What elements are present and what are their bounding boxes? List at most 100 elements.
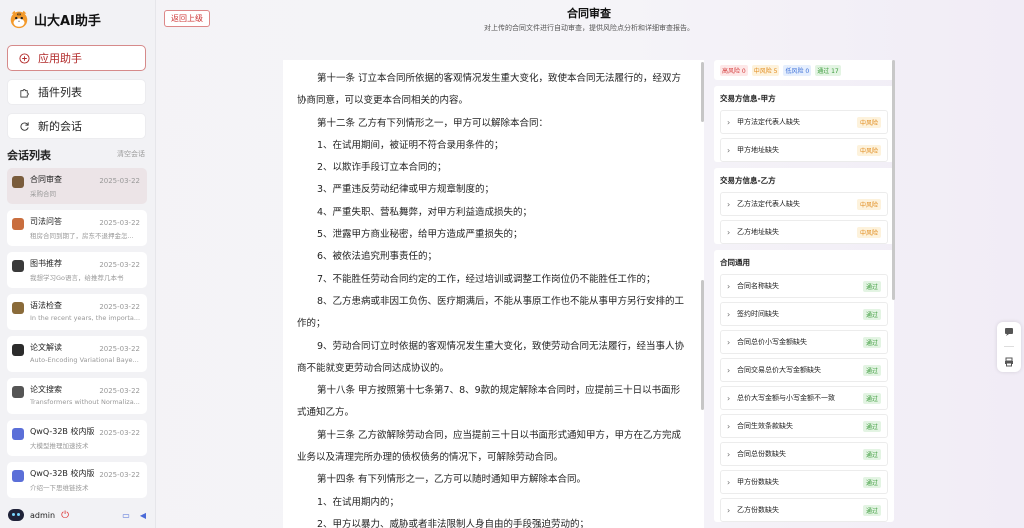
document-scrollbar-thumb[interactable] (701, 280, 704, 410)
conversation-date: 2025-03-22 (99, 345, 140, 353)
review-status-badge: 通过 (862, 392, 881, 404)
review-status-badge: 通过 (862, 476, 881, 488)
risk-count-tag[interactable]: 中风险 5 (751, 64, 780, 76)
conversation-avatar-icon (12, 218, 24, 230)
review-item[interactable]: › 总价大写金额与小写金额不一致 通过 (720, 386, 888, 410)
comment-icon[interactable] (1004, 327, 1014, 337)
monitor-icon[interactable]: ▭ (122, 511, 130, 520)
contract-paragraph: 第十四条 有下列情形之一，乙方可以随时通知甲方解除本合同。 (317, 474, 587, 486)
review-status-badge: 通过 (862, 364, 881, 376)
risk-count-tag[interactable]: 高风险 0 (720, 64, 748, 76)
review-status-badge: 通过 (862, 448, 881, 460)
review-status-badge: 通过 (862, 308, 881, 320)
contract-paragraph: 1、在试用期内的； (317, 496, 400, 508)
review-status-badge: 通过 (862, 336, 881, 348)
contract-paragraph: 第十八条 甲方按照第十七条第7、8、9款的规定解除本合同时，应提前三十日以书面形… (297, 385, 681, 419)
toolbar-divider (1004, 346, 1014, 348)
conversation-item[interactable]: 语法检查 2025-03-22 In the recent years, the i… (7, 294, 147, 330)
chevron-right-icon: › (727, 281, 731, 291)
sidebar: 山大AI助手 应用助手 插件列表 新的会话 会话列表 清空会话 合同审查 2025… (0, 0, 156, 528)
document-scrollbar-top[interactable] (701, 62, 704, 122)
conversation-snippet: 采购合同 (30, 190, 56, 198)
username: admin (30, 510, 56, 520)
nav-label: 插件列表 (38, 86, 82, 99)
conversation-avatar-icon (12, 386, 24, 398)
logout-icon[interactable]: ⏻ (61, 510, 69, 521)
review-item-label: 乙方份数缺失 (737, 506, 779, 514)
conversation-snippet: 我想学习Go语言，给推荐几本书 (30, 274, 124, 282)
nav-plugin-list[interactable]: 插件列表 (7, 79, 146, 105)
contract-paragraph: 第十一条 订立本合同所依据的客观情况发生重大变化，致使本合同无法履行的，经双方协… (297, 73, 682, 107)
review-item[interactable]: › 合同总份数缺失 通过 (720, 442, 888, 466)
review-item[interactable]: › 合同总价小写金额缺失 通过 (720, 330, 888, 354)
nav-label: 新的会话 (38, 120, 82, 133)
conversation-date: 2025-03-22 (99, 303, 140, 311)
review-status-badge: 中风险 (856, 144, 881, 156)
contract-document-viewer[interactable]: 第十一条 订立本合同所依据的客观情况发生重大变化，致使本合同无法履行的，经双方协… (283, 60, 704, 528)
chevron-right-icon: › (727, 393, 731, 403)
conversation-list: 合同审查 2025-03-22 采购合同 司法问答 2025-03-22 租房合同到期了，… (7, 168, 147, 498)
conversation-snippet: Auto-Encoding Variational Baye... (30, 356, 139, 364)
review-item[interactable]: › 乙方地址缺失 中风险 (720, 220, 888, 244)
contract-paragraph: 2、甲方以暴力、威胁或者非法限制人身自由的手段强迫劳动的； (317, 518, 590, 528)
user-avatar[interactable] (8, 509, 24, 521)
conversation-snippet: Transformers without Normaliza... (30, 398, 140, 406)
conversation-snippet: 介绍一下思维链技术 (30, 484, 89, 492)
review-item-label: 合同总价小写金额缺失 (737, 338, 807, 346)
review-status-badge: 通过 (862, 420, 881, 432)
review-status-badge: 中风险 (856, 226, 881, 238)
clear-conversations-link[interactable]: 清空会话 (117, 149, 145, 159)
conversation-date: 2025-03-22 (99, 219, 140, 227)
floating-toolbar (997, 322, 1021, 372)
conversation-item[interactable]: 论文解读 2025-03-22 Auto-Encoding Variational … (7, 336, 147, 372)
review-item[interactable]: › 甲方份数缺失 通过 (720, 470, 888, 494)
contract-paragraph: 7、不能胜任劳动合同约定的工作，经过培训或调整工作岗位仍不能胜任工作的； (317, 273, 656, 285)
conversation-date: 2025-03-22 (99, 387, 140, 395)
review-item[interactable]: › 乙方份数缺失 通过 (720, 498, 888, 522)
review-item-label: 甲方法定代表人缺失 (737, 118, 800, 126)
review-item[interactable]: › 合同交易总价大写金额缺失 通过 (720, 358, 888, 382)
conversation-item[interactable]: 合同审查 2025-03-22 采购合同 (7, 168, 147, 204)
contract-paragraph: 1、在试用期间，被证明不符合录用条件的； (317, 139, 504, 151)
conversation-item[interactable]: 图书推荐 2025-03-22 我想学习Go语言，给推荐几本书 (7, 252, 147, 288)
conversation-avatar-icon (12, 470, 24, 482)
review-group: 交易方信息-乙方 › 乙方法定代表人缺失 中风险 › 乙方地址缺失 中风险 (714, 168, 894, 244)
panel-scrollbar[interactable] (892, 60, 895, 300)
review-item[interactable]: › 合同生效条款缺失 通过 (720, 414, 888, 438)
contract-paragraph: 4、严重失职、营私舞弊，对甲方利益造成损失的； (317, 206, 533, 218)
review-item[interactable]: › 甲方法定代表人缺失 中风险 (720, 110, 888, 134)
review-group-title: 交易方信息-甲方 (720, 94, 776, 103)
back-button[interactable]: 返回上级 (164, 10, 210, 27)
chevron-right-icon: › (727, 199, 731, 209)
conversation-item[interactable]: QwQ-32B 校内版 2025-03-22 介绍一下思维链技术 (7, 462, 147, 498)
review-item-label: 乙方法定代表人缺失 (737, 200, 800, 208)
nav-app-assistant[interactable]: 应用助手 (7, 45, 146, 71)
chevron-right-icon: › (727, 505, 731, 515)
collapse-sidebar-icon[interactable]: ◀ (140, 511, 146, 520)
contract-paragraph: 6、被依法追究刑事责任的； (317, 251, 438, 263)
nav-new-session[interactable]: 新的会话 (7, 113, 146, 139)
print-icon[interactable] (1004, 357, 1014, 367)
review-item-label: 总价大写金额与小写金额不一致 (737, 394, 835, 402)
review-item[interactable]: › 合同名称缺失 通过 (720, 274, 888, 298)
review-item-label: 乙方地址缺失 (737, 228, 779, 236)
review-group-title: 合同通用 (720, 258, 750, 267)
risk-count-tag[interactable]: 通过 17 (815, 64, 841, 76)
contract-paragraph: 第十二条 乙方有下列情形之一，甲方可以解除本合同： (317, 117, 549, 129)
refresh-icon (18, 120, 30, 132)
conversation-date: 2025-03-22 (99, 177, 140, 185)
risk-count-tag[interactable]: 低风险 0 (783, 64, 812, 76)
chevron-right-icon: › (727, 117, 731, 127)
conversation-snippet: 租房合同到期了，房东不退押金怎... (30, 232, 134, 240)
review-item[interactable]: › 甲方地址缺失 中风险 (720, 138, 888, 162)
brand: 山大AI助手 (8, 8, 101, 30)
review-status-badge: 中风险 (856, 198, 881, 210)
review-item[interactable]: › 签约时间缺失 通过 (720, 302, 888, 326)
conversation-item[interactable]: 司法问答 2025-03-22 租房合同到期了，房东不退押金怎... (7, 210, 147, 246)
review-results-panel: 高风险 0 中风险 5 低风险 0 通过 17 交易方信息-甲方 › 甲方法定代表人缺失中… (714, 60, 894, 528)
conversation-item[interactable]: 论文搜索 2025-03-22 Transformers without Norma… (7, 378, 147, 414)
chevron-right-icon: › (727, 337, 731, 347)
review-item[interactable]: › 乙方法定代表人缺失 中风险 (720, 192, 888, 216)
review-status-badge: 中风险 (856, 116, 881, 128)
conversation-item[interactable]: QwQ-32B 校内版 2025-03-22 大模型推理加速技术 (7, 420, 147, 456)
